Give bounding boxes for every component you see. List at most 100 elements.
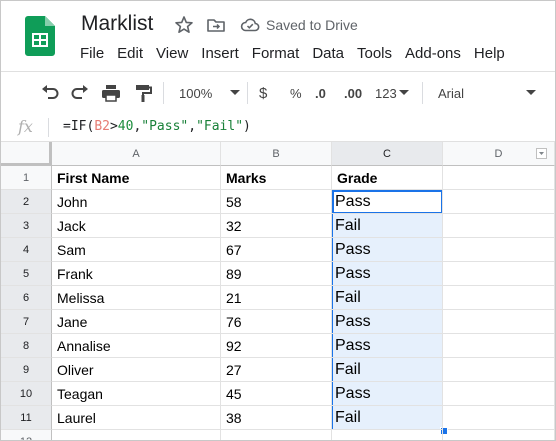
star-icon[interactable]: [174, 15, 194, 35]
cell-c[interactable]: Fail: [332, 286, 443, 310]
formula-input[interactable]: =IF(B2>40,"Pass","Fail"): [63, 119, 251, 134]
column-header-b[interactable]: B: [221, 142, 332, 166]
cell-b[interactable]: 92: [221, 334, 332, 358]
menu-addons[interactable]: Add-ons: [405, 45, 461, 62]
cell-d[interactable]: [443, 214, 555, 238]
cell-c[interactable]: Fail: [332, 406, 443, 430]
paint-format-button[interactable]: [132, 82, 154, 104]
row-header[interactable]: 10: [1, 382, 52, 406]
cell-d[interactable]: [443, 262, 555, 286]
redo-icon: [71, 85, 88, 99]
cell-a[interactable]: Jane: [52, 310, 221, 334]
cell-b[interactable]: Marks: [221, 166, 332, 190]
menu-insert[interactable]: Insert: [201, 45, 239, 62]
menu-tools[interactable]: Tools: [357, 45, 392, 62]
menu-data[interactable]: Data: [312, 45, 344, 62]
cell-a[interactable]: Jack: [52, 214, 221, 238]
select-all-corner[interactable]: [1, 142, 52, 166]
row-header[interactable]: 1: [1, 166, 52, 190]
format-currency-button[interactable]: $: [259, 82, 267, 104]
row-header[interactable]: 3: [1, 214, 52, 238]
cell-c[interactable]: Pass: [332, 310, 443, 334]
cell-b[interactable]: 27: [221, 358, 332, 382]
cell-b[interactable]: 32: [221, 214, 332, 238]
menu-edit[interactable]: Edit: [117, 45, 143, 62]
cell-d[interactable]: [443, 286, 555, 310]
cell-c[interactable]: Grade: [332, 166, 443, 190]
cell-b[interactable]: 21: [221, 286, 332, 310]
cell-b[interactable]: 67: [221, 238, 332, 262]
column-header-a[interactable]: A: [52, 142, 221, 166]
cell-b[interactable]: 38: [221, 406, 332, 430]
cell-a[interactable]: John: [52, 190, 221, 214]
document-title[interactable]: Marklist: [81, 12, 153, 36]
cell-c[interactable]: Fail: [332, 358, 443, 382]
cell-d[interactable]: [443, 430, 555, 440]
increase-decimal-button[interactable]: .00: [344, 82, 362, 104]
font-family-select[interactable]: Arial: [438, 82, 537, 104]
row-header[interactable]: 9: [1, 358, 52, 382]
cell-c[interactable]: Pass: [332, 382, 443, 406]
row-header[interactable]: 2: [1, 190, 52, 214]
row-header[interactable]: 12: [1, 430, 52, 440]
cell-a[interactable]: Oliver: [52, 358, 221, 382]
cell-d[interactable]: [443, 166, 555, 190]
cloud-saved-icon[interactable]: [240, 15, 260, 35]
cell-c[interactable]: Pass: [332, 238, 443, 262]
column-menu-button[interactable]: [536, 148, 547, 159]
undo-icon: [42, 85, 59, 99]
cell-b[interactable]: [221, 430, 332, 440]
cell-d[interactable]: [443, 310, 555, 334]
cell-c[interactable]: [332, 430, 443, 440]
row-header[interactable]: 11: [1, 406, 52, 430]
cell-a[interactable]: Teagan: [52, 382, 221, 406]
menu-view[interactable]: View: [156, 45, 188, 62]
row-header[interactable]: 7: [1, 310, 52, 334]
cell-c[interactable]: Pass: [332, 190, 443, 214]
cell-d[interactable]: [443, 190, 555, 214]
cell-c[interactable]: Pass: [332, 334, 443, 358]
cell-c[interactable]: Pass: [332, 262, 443, 286]
increase-decimal-label: .00: [344, 85, 363, 101]
cell-a[interactable]: First Name: [52, 166, 221, 190]
cell-b[interactable]: 76: [221, 310, 332, 334]
redo-button[interactable]: [69, 82, 91, 104]
zoom-select[interactable]: 100%: [179, 82, 241, 104]
menu-bar: File Edit View Insert Format Data Tools …: [80, 45, 518, 62]
decrease-decimal-button[interactable]: .0: [315, 82, 326, 104]
menu-format[interactable]: Format: [252, 45, 300, 62]
cell-d[interactable]: [443, 334, 555, 358]
column-header-c[interactable]: C: [332, 142, 443, 166]
cell-b[interactable]: 45: [221, 382, 332, 406]
more-formats-select[interactable]: 123: [375, 82, 409, 104]
spreadsheet-window: Marklist Saved to Drive File Edit View I…: [0, 0, 556, 441]
cell-c[interactable]: Fail: [332, 214, 443, 238]
table-row: 10 Teagan 45 Pass: [1, 382, 555, 406]
row-header[interactable]: 5: [1, 262, 52, 286]
cell-d[interactable]: [443, 406, 555, 430]
cell-a[interactable]: Sam: [52, 238, 221, 262]
cell-a[interactable]: Frank: [52, 262, 221, 286]
move-folder-icon[interactable]: [206, 15, 226, 35]
cell-d[interactable]: [443, 358, 555, 382]
row-header[interactable]: 8: [1, 334, 52, 358]
cell-d[interactable]: [443, 382, 555, 406]
print-button[interactable]: [100, 82, 122, 104]
undo-button[interactable]: [39, 82, 61, 104]
cell-a[interactable]: Laurel: [52, 406, 221, 430]
format-percent-button[interactable]: %: [290, 82, 302, 104]
sheets-logo-icon[interactable]: [25, 16, 55, 56]
font-family-value: Arial: [438, 85, 465, 101]
row-header[interactable]: 4: [1, 238, 52, 262]
table-row: 8 Annalise 92 Pass: [1, 334, 555, 358]
cell-b[interactable]: 89: [221, 262, 332, 286]
cell-b[interactable]: 58: [221, 190, 332, 214]
chevron-down-icon: [539, 152, 544, 155]
row-header[interactable]: 6: [1, 286, 52, 310]
cell-a[interactable]: Melissa: [52, 286, 221, 310]
menu-file[interactable]: File: [80, 45, 104, 62]
cell-a[interactable]: [52, 430, 221, 440]
cell-a[interactable]: Annalise: [52, 334, 221, 358]
menu-help[interactable]: Help: [474, 45, 505, 62]
cell-d[interactable]: [443, 238, 555, 262]
